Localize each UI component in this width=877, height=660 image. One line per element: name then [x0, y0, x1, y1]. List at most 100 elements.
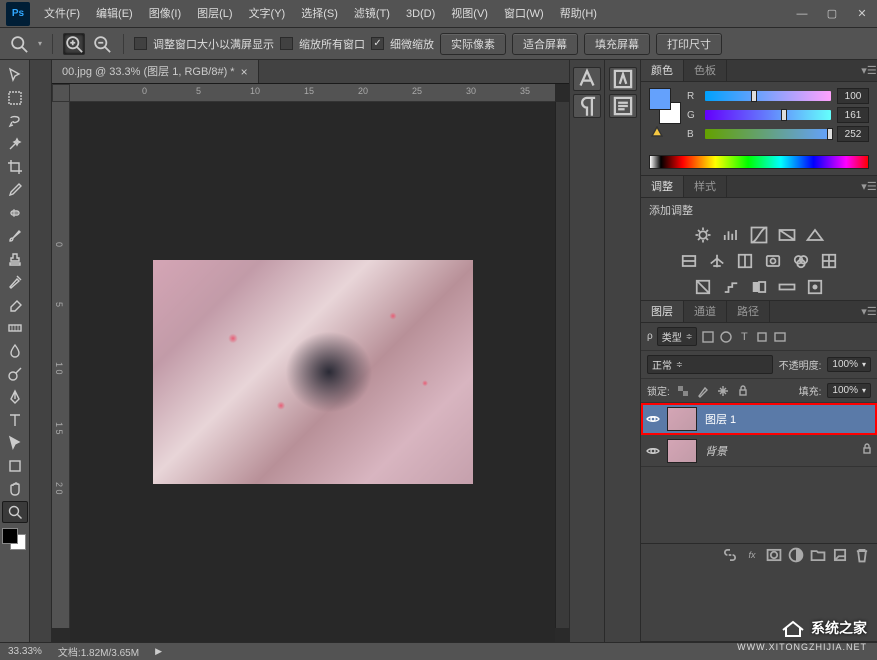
canvas[interactable] — [70, 102, 555, 642]
lasso-tool[interactable] — [2, 110, 28, 132]
eraser-tool[interactable] — [2, 294, 28, 316]
fill-screen-button[interactable]: 填充屏幕 — [584, 33, 650, 55]
zoom-all-checkbox[interactable] — [280, 37, 293, 50]
filter-pixel-icon[interactable] — [701, 330, 715, 344]
levels-icon[interactable] — [721, 226, 741, 244]
panel-menu-icon[interactable]: ▾☰ — [861, 60, 877, 81]
threshold-icon[interactable] — [749, 278, 769, 296]
gradient-tool[interactable] — [2, 317, 28, 339]
lock-transparency-icon[interactable] — [676, 384, 690, 398]
adjustment-layer-icon[interactable] — [787, 547, 805, 563]
layer-row[interactable]: 背景 — [641, 435, 877, 467]
close-tab-icon[interactable]: × — [241, 60, 248, 84]
exposure-icon[interactable] — [777, 226, 797, 244]
link-layers-icon[interactable] — [721, 547, 739, 563]
selective-color-icon[interactable] — [805, 278, 825, 296]
zoom-level[interactable]: 33.33% — [8, 646, 42, 657]
hand-tool[interactable] — [2, 478, 28, 500]
close-button[interactable]: ✕ — [847, 4, 877, 24]
b-value[interactable] — [837, 126, 869, 142]
char-style-icon[interactable] — [609, 67, 637, 91]
zoom-tool[interactable] — [2, 501, 28, 523]
history-brush-tool[interactable] — [2, 271, 28, 293]
blur-tool[interactable] — [2, 340, 28, 362]
zoom-in-icon[interactable] — [63, 33, 85, 55]
color-lookup-icon[interactable] — [819, 252, 839, 270]
brightness-icon[interactable] — [693, 226, 713, 244]
eyedropper-tool[interactable] — [2, 179, 28, 201]
panel-menu-icon[interactable]: ▾☰ — [861, 176, 877, 197]
menu-edit[interactable]: 编辑(E) — [88, 0, 141, 28]
status-flyout-icon[interactable]: ▶ — [155, 646, 162, 657]
filter-adjust-icon[interactable] — [719, 330, 733, 344]
lock-image-icon[interactable] — [696, 384, 710, 398]
zoom-tool-icon[interactable] — [8, 33, 30, 55]
menu-view[interactable]: 视图(V) — [443, 0, 496, 28]
type-tool[interactable] — [2, 409, 28, 431]
maximize-button[interactable]: ▢ — [817, 4, 847, 24]
layer-filter-kind[interactable]: 类型≑ — [657, 327, 698, 346]
fg-color-chip[interactable] — [649, 88, 671, 110]
vertical-ruler[interactable]: 0 5 1 0 1 5 2 0 — [52, 102, 70, 628]
tab-channels[interactable]: 通道 — [684, 301, 727, 322]
new-layer-icon[interactable] — [831, 547, 849, 563]
group-icon[interactable] — [809, 547, 827, 563]
layer-name[interactable]: 背景 — [703, 443, 855, 459]
opacity-value[interactable]: 100%▾ — [827, 357, 871, 372]
r-value[interactable] — [837, 88, 869, 104]
visibility-icon[interactable] — [645, 411, 661, 427]
brush-tool[interactable] — [2, 225, 28, 247]
crop-tool[interactable] — [2, 156, 28, 178]
healing-tool[interactable] — [2, 202, 28, 224]
shape-tool[interactable] — [2, 455, 28, 477]
menu-filter[interactable]: 滤镜(T) — [346, 0, 398, 28]
menu-window[interactable]: 窗口(W) — [496, 0, 552, 28]
resize-window-checkbox[interactable] — [134, 37, 147, 50]
filter-shape-icon[interactable] — [755, 330, 769, 344]
menu-layer[interactable]: 图层(L) — [189, 0, 240, 28]
print-size-button[interactable]: 打印尺寸 — [656, 33, 722, 55]
g-slider[interactable] — [705, 110, 831, 120]
magic-wand-tool[interactable] — [2, 133, 28, 155]
foreground-color[interactable] — [2, 528, 18, 544]
menu-file[interactable]: 文件(F) — [36, 0, 88, 28]
menu-type[interactable]: 文字(Y) — [241, 0, 294, 28]
hue-icon[interactable] — [679, 252, 699, 270]
filter-type-icon[interactable]: T — [737, 330, 751, 344]
dodge-tool[interactable] — [2, 363, 28, 385]
r-slider[interactable] — [705, 91, 831, 101]
zoom-out-icon[interactable] — [91, 33, 113, 55]
spectrum-bar[interactable] — [649, 155, 869, 169]
menu-3d[interactable]: 3D(D) — [398, 0, 443, 28]
doc-size[interactable]: 文档:1.82M/3.65M — [58, 644, 139, 659]
menu-image[interactable]: 图像(I) — [141, 0, 189, 28]
menu-select[interactable]: 选择(S) — [293, 0, 346, 28]
posterize-icon[interactable] — [721, 278, 741, 296]
mask-icon[interactable] — [765, 547, 783, 563]
minimize-button[interactable]: — — [787, 4, 817, 24]
panel-menu-icon[interactable]: ▾☰ — [861, 301, 877, 322]
horizontal-ruler[interactable]: 0 5 10 15 20 25 30 35 — [70, 84, 555, 102]
visibility-icon[interactable] — [645, 443, 661, 459]
tab-paths[interactable]: 路径 — [727, 301, 770, 322]
document-tab[interactable]: 00.jpg @ 33.3% (图层 1, RGB/8#) * × — [52, 60, 259, 83]
pen-tool[interactable] — [2, 386, 28, 408]
color-preview[interactable] — [649, 88, 681, 124]
vibrance-icon[interactable] — [805, 226, 825, 244]
tab-color[interactable]: 颜色 — [641, 60, 684, 81]
vertical-scrollbar[interactable] — [555, 102, 569, 628]
blend-mode-select[interactable]: 正常≑ — [647, 355, 773, 374]
invert-icon[interactable] — [693, 278, 713, 296]
stamp-tool[interactable] — [2, 248, 28, 270]
scrubby-zoom-checkbox[interactable] — [371, 37, 384, 50]
fit-screen-button[interactable]: 适合屏幕 — [512, 33, 578, 55]
layer-thumbnail[interactable] — [667, 439, 697, 463]
tab-styles[interactable]: 样式 — [684, 176, 727, 197]
marquee-tool[interactable] — [2, 87, 28, 109]
path-select-tool[interactable] — [2, 432, 28, 454]
fx-icon[interactable]: fx — [743, 547, 761, 563]
move-tool[interactable] — [2, 64, 28, 86]
color-swatch[interactable] — [2, 528, 28, 550]
gradient-map-icon[interactable] — [777, 278, 797, 296]
curves-icon[interactable] — [749, 226, 769, 244]
